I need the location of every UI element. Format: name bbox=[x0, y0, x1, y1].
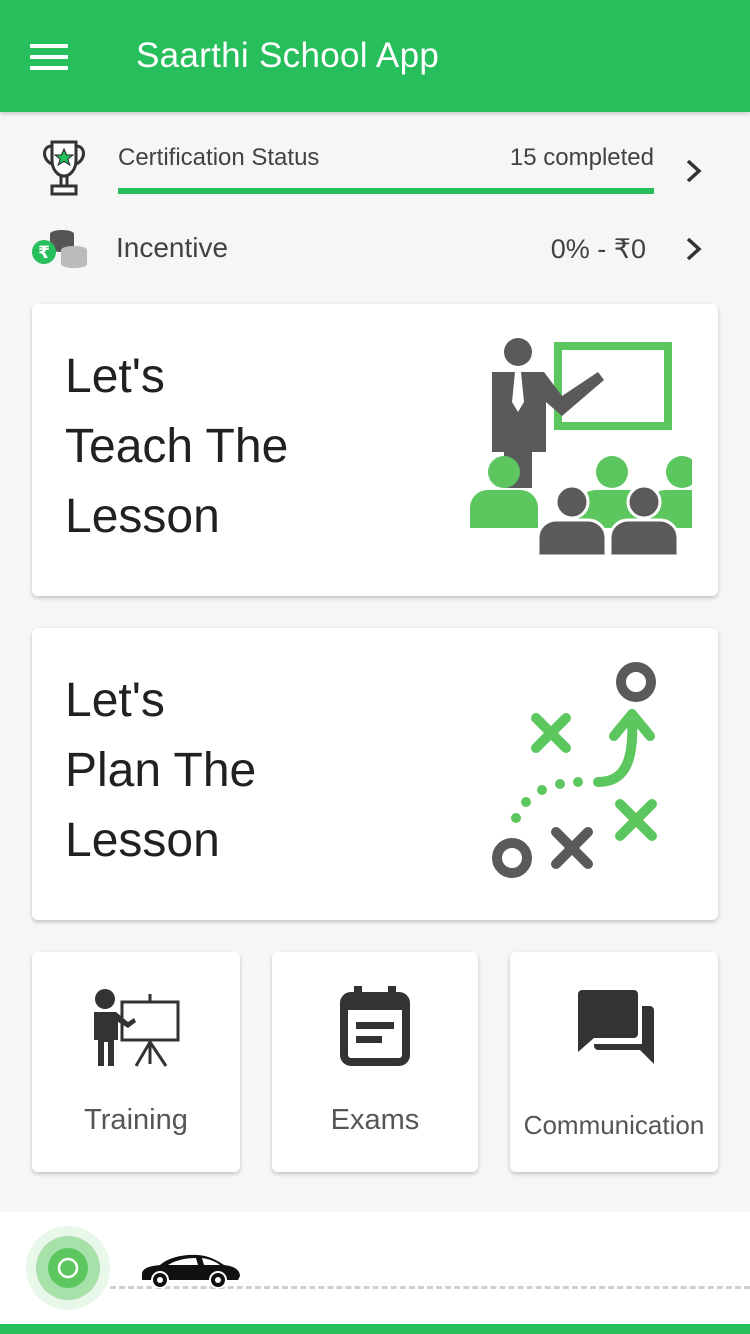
bottom-accent-strip bbox=[0, 1324, 750, 1334]
chevron-right-icon[interactable] bbox=[682, 156, 706, 186]
teach-lesson-title: Let's Teach The Lesson bbox=[65, 342, 288, 552]
calendar-icon bbox=[340, 986, 410, 1066]
exams-label: Exams bbox=[330, 1104, 420, 1136]
trophy-icon bbox=[43, 140, 85, 196]
plan-line-3: Lesson bbox=[65, 814, 220, 867]
incentive-row[interactable]: ₹ Incentive 0% - ₹0 bbox=[0, 220, 750, 280]
teacher-classroom-icon bbox=[470, 338, 692, 558]
teach-lesson-card[interactable]: Let's Teach The Lesson bbox=[32, 304, 718, 596]
training-label: Training bbox=[84, 1104, 188, 1136]
certification-value: 15 completed bbox=[509, 144, 654, 171]
incentive-label: Incentive bbox=[116, 232, 229, 263]
communication-card[interactable]: Communication bbox=[510, 952, 718, 1172]
hamburger-menu-icon[interactable] bbox=[30, 44, 68, 70]
teach-line-1: Let's bbox=[65, 350, 165, 403]
strategy-plan-icon bbox=[492, 662, 657, 878]
certification-progress-bar bbox=[118, 188, 654, 194]
teach-line-2: Teach The bbox=[65, 420, 289, 473]
svg-text:₹: ₹ bbox=[38, 243, 50, 263]
location-dot-icon[interactable] bbox=[24, 1224, 112, 1312]
training-card[interactable]: Training bbox=[32, 952, 240, 1172]
plan-line-1: Let's bbox=[65, 674, 165, 727]
app-bar: Saarthi School App bbox=[0, 0, 750, 112]
exams-card[interactable]: Exams bbox=[272, 952, 478, 1172]
plan-lesson-title: Let's Plan The Lesson bbox=[65, 666, 256, 876]
incentive-value: 0% - ₹0 bbox=[550, 234, 646, 264]
coins-rupee-icon: ₹ bbox=[32, 230, 87, 268]
chat-bubbles-icon bbox=[578, 990, 654, 1064]
car-icon bbox=[142, 1254, 240, 1288]
plan-lesson-card[interactable]: Let's Plan The Lesson bbox=[32, 628, 718, 920]
bottom-tracker-bar bbox=[0, 1212, 750, 1324]
trainer-board-icon bbox=[94, 989, 180, 1067]
certification-progress-fill bbox=[118, 188, 654, 194]
teach-line-3: Lesson bbox=[65, 490, 220, 543]
app-title: Saarthi School App bbox=[136, 36, 440, 75]
certification-status-row[interactable]: Certification Status 15 completed bbox=[0, 130, 750, 210]
communication-label: Communication bbox=[523, 1110, 705, 1140]
plan-line-2: Plan The bbox=[65, 744, 257, 797]
certification-label: Certification Status bbox=[118, 144, 320, 171]
chevron-right-icon[interactable] bbox=[682, 234, 706, 264]
